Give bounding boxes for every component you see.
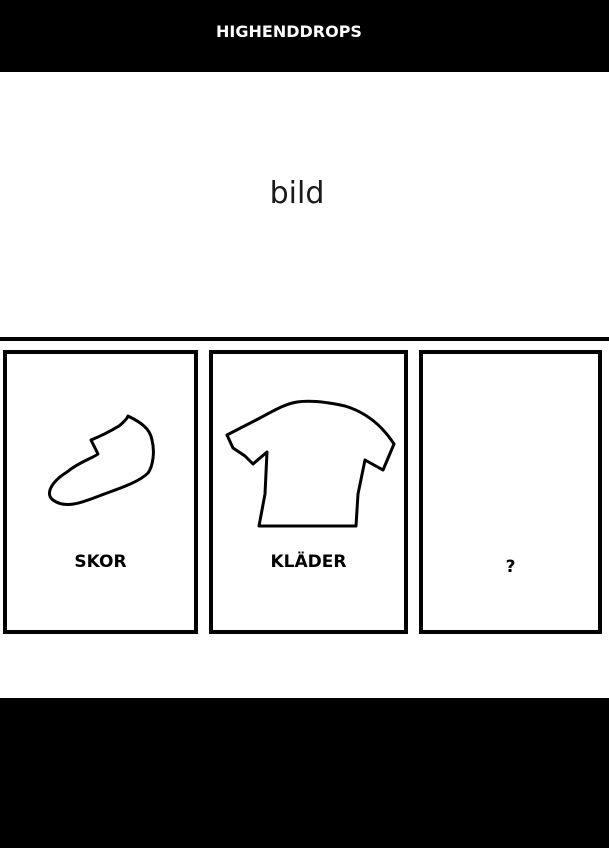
header-bar: HIGHENDDROPS [0,0,609,72]
category-card-skor[interactable]: SKOR [3,350,198,634]
tshirt-icon [225,399,396,528]
category-label-unknown: ? [505,557,516,577]
page: HIGHENDDROPS bild SKOR KLÄDER ? [0,0,609,848]
footer-bar [0,698,609,848]
category-card-klader[interactable]: KLÄDER [209,350,408,634]
section-divider [0,337,609,341]
hero-image-placeholder: bild [269,176,325,211]
category-label-skor: SKOR [74,552,127,572]
category-card-unknown[interactable]: ? [419,350,602,634]
category-label-klader: KLÄDER [270,552,347,572]
shoe-icon [48,414,155,507]
brand-logo-text[interactable]: HIGHENDDROPS [0,22,578,42]
